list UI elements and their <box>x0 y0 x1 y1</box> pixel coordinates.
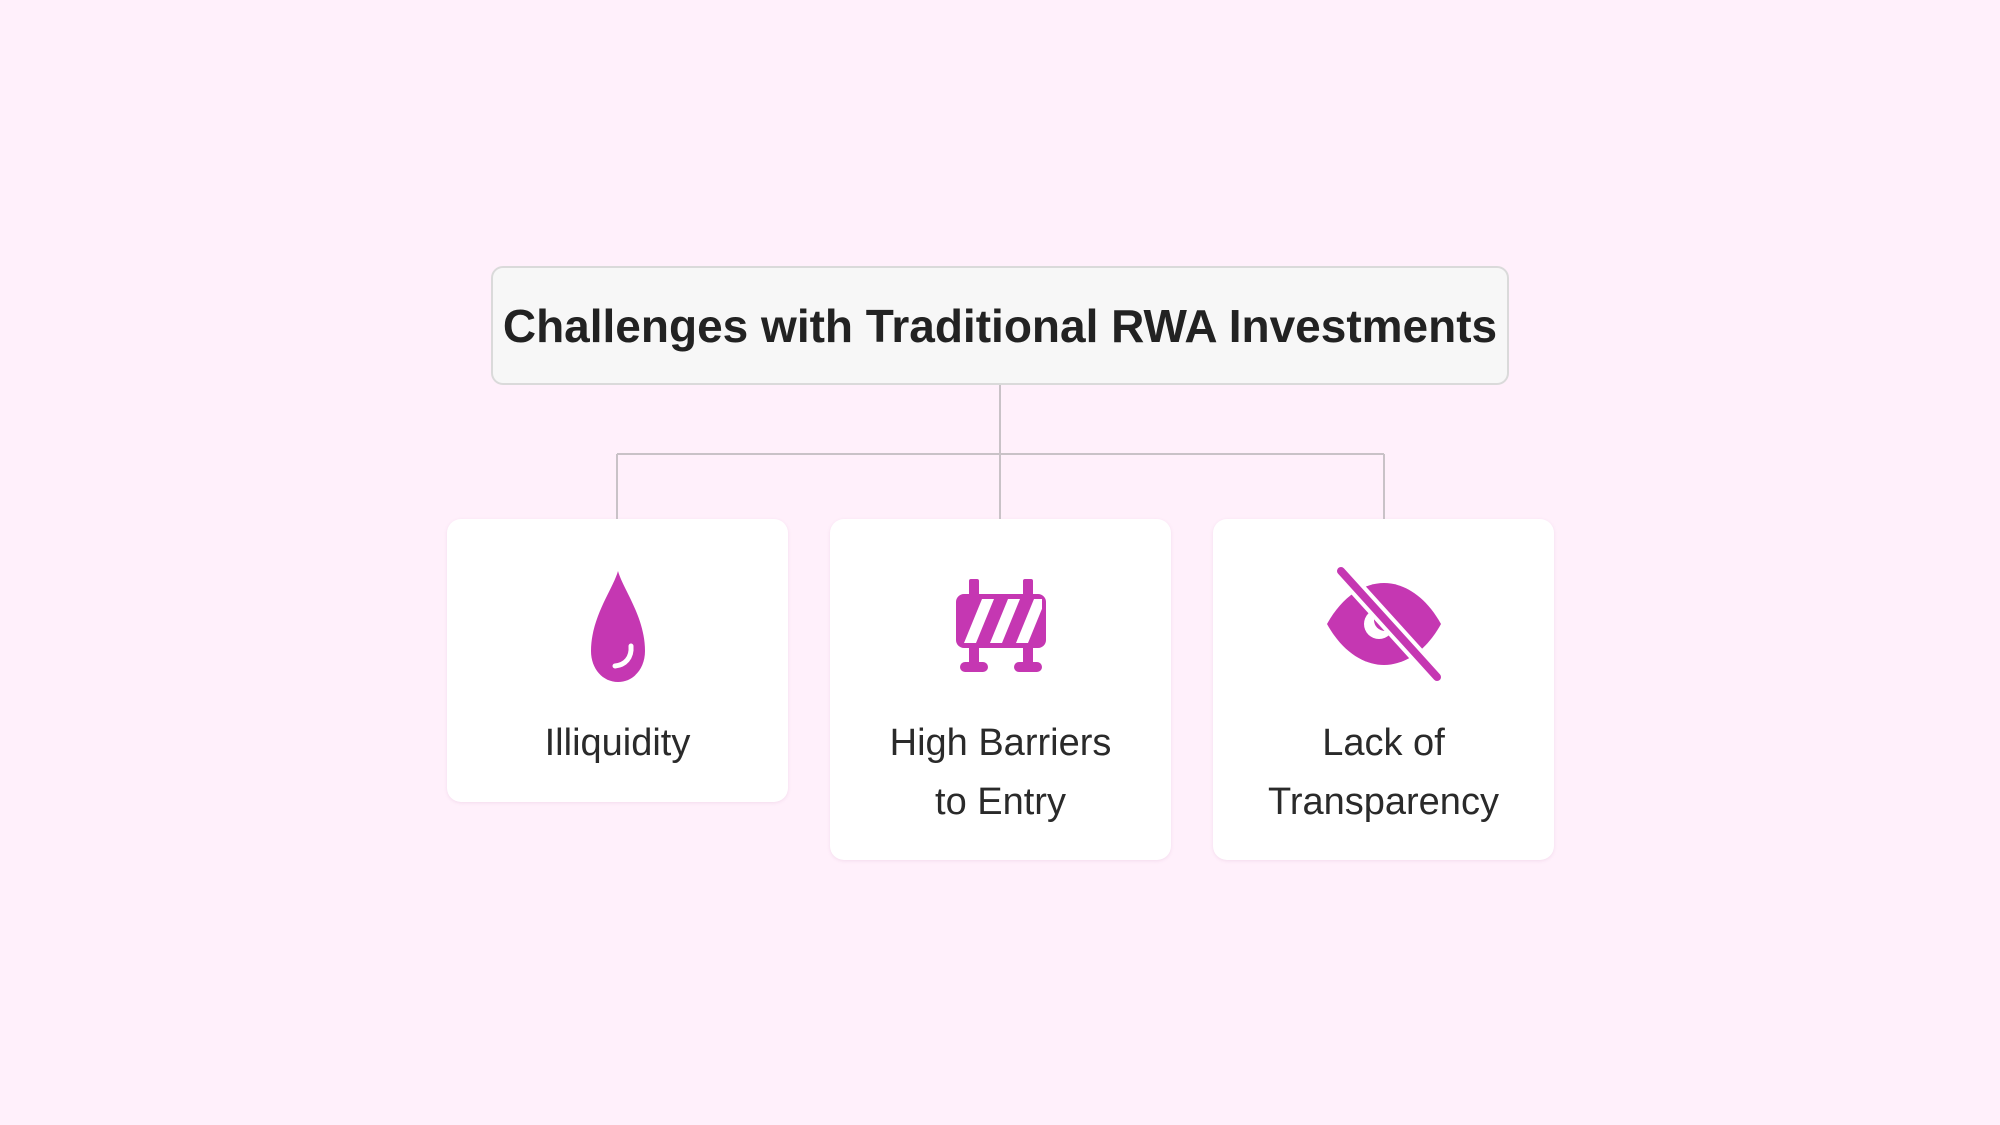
card-label-line: Lack of <box>1322 722 1445 764</box>
card-label-line: Transparency <box>1268 781 1499 823</box>
card-lack-of-transparency: Lack of Transparency <box>1213 519 1554 860</box>
water-drop-icon <box>553 559 683 689</box>
card-label-line: High Barriers <box>889 722 1112 764</box>
eye-slash-icon <box>1319 559 1449 689</box>
card-high-barriers: High Barriers to Entry <box>830 519 1171 860</box>
card-label-line: Illiquidity <box>544 722 691 764</box>
card-label-line: to Entry <box>935 781 1066 823</box>
card-illiquidity: Illiquidity <box>447 519 788 802</box>
card-label: High Barriers to Entry <box>830 714 1171 832</box>
card-label: Lack of Transparency <box>1213 714 1554 832</box>
card-label: Illiquidity <box>447 714 788 773</box>
road-barrier-icon <box>936 559 1066 689</box>
